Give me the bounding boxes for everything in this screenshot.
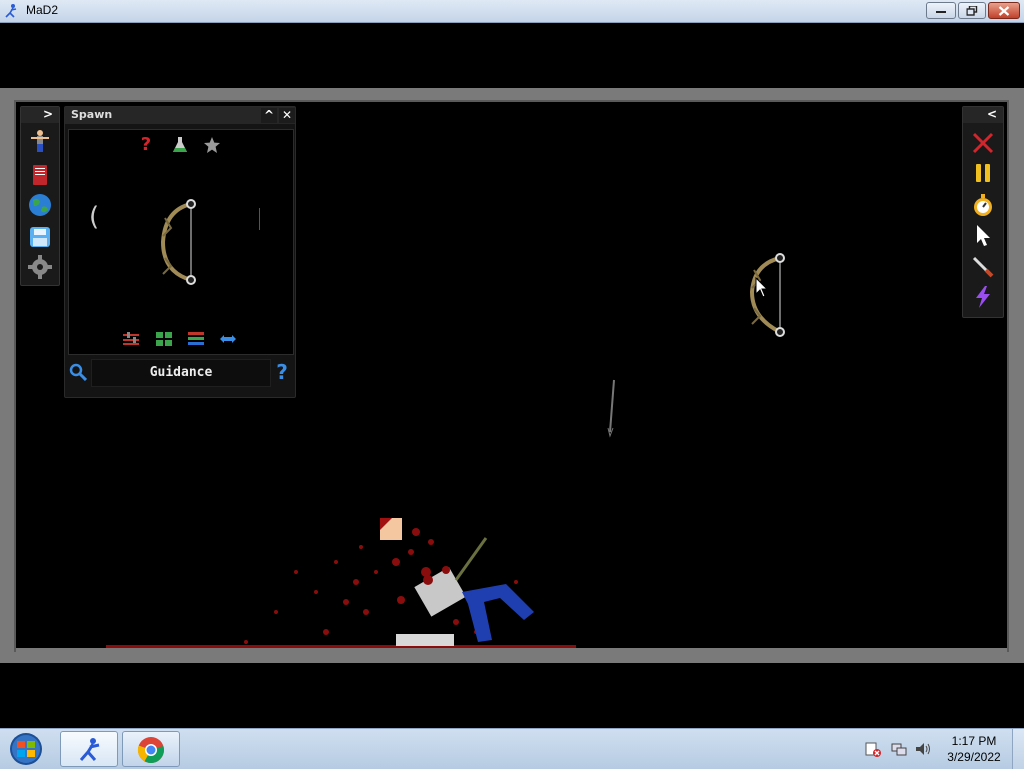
close-panel-button[interactable]: ✕	[279, 108, 295, 123]
question-icon[interactable]: ?	[137, 136, 155, 154]
sliders-icon[interactable]	[122, 332, 140, 346]
resize-icon[interactable]	[219, 332, 237, 346]
app-icon	[5, 4, 17, 18]
chevron-left-icon: <	[986, 107, 997, 121]
ragdoll-icon[interactable]	[28, 129, 52, 153]
minimize-icon	[936, 10, 946, 13]
chevron-right-icon: >	[42, 107, 53, 121]
collapse-panel-button[interactable]: ^	[261, 108, 277, 123]
star-icon[interactable]	[203, 136, 221, 154]
help-icon[interactable]: ?	[273, 361, 291, 383]
show-desktop-button[interactable]	[1012, 729, 1024, 769]
left-toolbar-toggle[interactable]: >	[21, 107, 59, 123]
network-icon[interactable]	[891, 741, 907, 757]
clock-time: 1:17 PM	[951, 734, 997, 748]
ragdoll-character[interactable]	[380, 518, 534, 646]
save-icon[interactable]	[28, 225, 52, 249]
book-icon[interactable]	[28, 163, 52, 187]
window-titlebar: MaD2	[0, 0, 1024, 23]
start-button[interactable]	[4, 730, 48, 768]
floor	[16, 648, 1007, 663]
clock[interactable]: 1:17 PM 3/29/2022	[940, 733, 1008, 765]
bow-object[interactable]	[749, 253, 785, 337]
embedded-arrow	[454, 537, 488, 581]
close-window-button[interactable]	[988, 2, 1020, 19]
clock-date: 3/29/2022	[947, 750, 1001, 764]
restore-button[interactable]	[958, 2, 986, 19]
spawn-panel: Spawn ^ ✕ ? (Guidance ?	[64, 106, 296, 398]
restore-icon	[966, 5, 978, 16]
volume-icon[interactable]	[915, 741, 931, 757]
scroll-left-icon[interactable]: (	[89, 204, 99, 230]
globe-icon[interactable]	[28, 193, 52, 217]
knife-icon[interactable]	[971, 255, 995, 279]
flask-icon[interactable]	[171, 136, 189, 154]
left-toolbar: >	[20, 106, 60, 286]
mad2-app-icon	[79, 738, 100, 761]
action-center-icon[interactable]	[865, 741, 881, 757]
right-toolbar: <	[962, 106, 1004, 318]
settings-icon[interactable]	[28, 255, 52, 279]
minimize-button[interactable]	[926, 2, 956, 19]
bow-preview[interactable]	[155, 196, 205, 288]
spawn-preview-area[interactable]: ? (	[68, 129, 294, 355]
chevron-up-icon: ^	[263, 108, 275, 122]
taskbar: 1:17 PM 3/29/2022	[0, 728, 1024, 769]
spawn-panel-title: Spawn	[71, 108, 113, 121]
list-icon[interactable]	[187, 332, 205, 346]
close-x-icon[interactable]	[971, 131, 995, 155]
close-icon	[998, 5, 1010, 16]
grid-icon[interactable]	[155, 332, 173, 346]
spawn-panel-header[interactable]: Spawn ^ ✕	[65, 107, 295, 124]
mouse-cursor	[755, 276, 769, 298]
taskbar-item-mad2[interactable]	[60, 731, 118, 767]
search-input[interactable]: Guidance	[91, 359, 271, 387]
scroll-right-icon[interactable]	[259, 208, 260, 230]
stopwatch-icon[interactable]	[971, 193, 995, 217]
ragdoll-legs	[462, 584, 534, 642]
search-icon[interactable]	[69, 363, 87, 381]
chrome-icon	[137, 737, 164, 764]
ragdoll-arm	[396, 634, 454, 646]
window-title: MaD2	[26, 3, 59, 17]
arrow-projectile	[607, 379, 615, 438]
right-toolbar-toggle[interactable]: <	[963, 107, 1003, 123]
close-icon: ✕	[281, 108, 293, 122]
taskbar-item-chrome[interactable]	[122, 731, 180, 767]
pause-icon[interactable]	[971, 161, 995, 185]
pointer-icon[interactable]	[971, 223, 995, 247]
lightning-icon[interactable]	[971, 285, 995, 309]
